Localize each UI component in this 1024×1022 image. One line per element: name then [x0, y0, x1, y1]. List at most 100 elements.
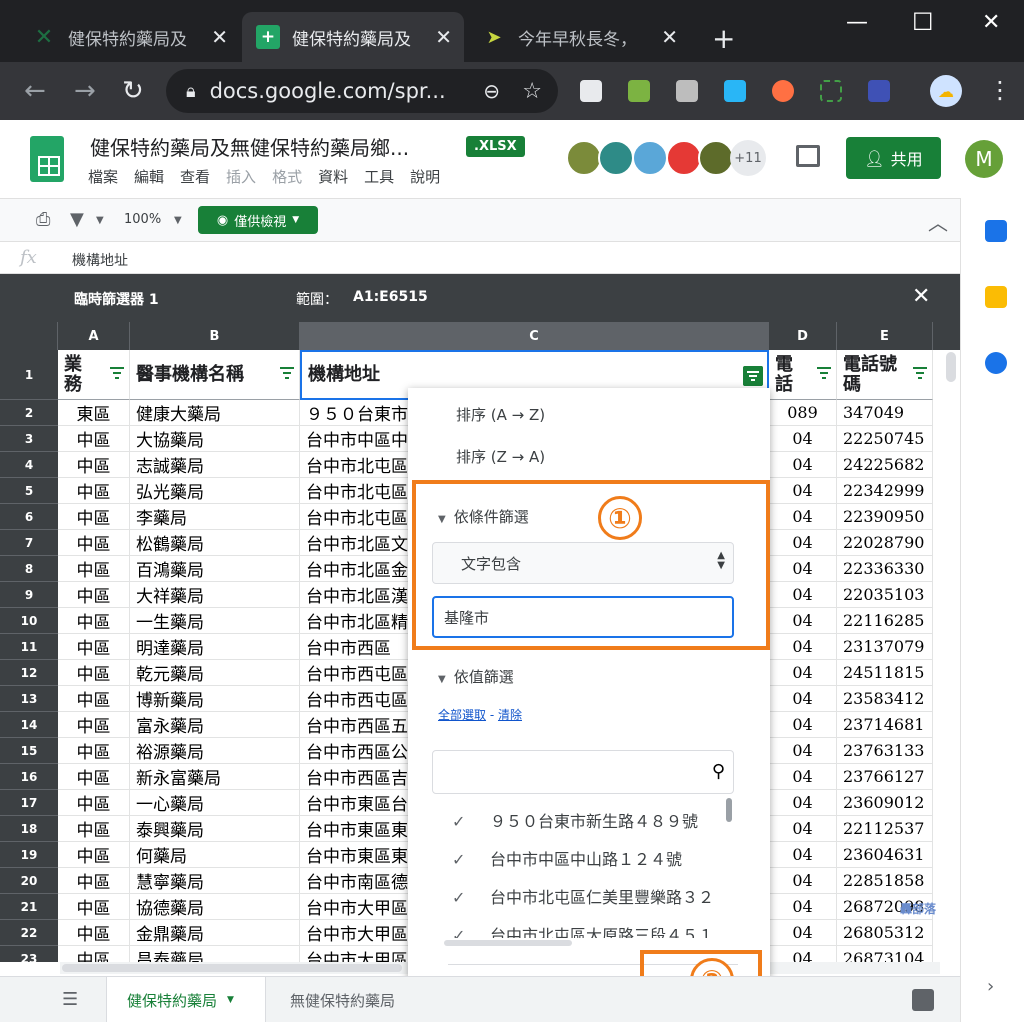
menu-view[interactable]: 查看	[180, 166, 210, 187]
all-sheets-icon[interactable]: ☰	[62, 989, 78, 1010]
filter-funnel-icon[interactable]	[816, 366, 832, 380]
values-scrollbar[interactable]	[726, 798, 732, 822]
cell-name[interactable]: 松鶴藥局	[130, 530, 300, 556]
extension-icon[interactable]	[724, 80, 746, 102]
cell-name[interactable]: 博新藥局	[130, 686, 300, 712]
more-collaborators[interactable]: +11	[730, 140, 766, 176]
value-checkbox-item[interactable]: ✓ 台中市北屯區仁美里豐樂路３２	[452, 884, 722, 908]
cell-phone[interactable]: 22250745	[837, 426, 933, 452]
close-tab-icon[interactable]: ✕	[435, 25, 452, 49]
menu-data[interactable]: 資料	[318, 166, 348, 187]
browser-tab-1[interactable]: ✕ 健保特約藥局及 ✕	[18, 12, 240, 62]
browser-tab-2[interactable]: + 健保特約藥局及 ✕	[242, 12, 464, 62]
value-search-input[interactable]: ⚲	[432, 750, 734, 794]
cell-phone[interactable]: 22851858	[837, 868, 933, 894]
bookmark-star-icon[interactable]: ☆	[522, 79, 542, 104]
close-icon[interactable]: ✕	[912, 284, 930, 309]
cell-name[interactable]: 一生藥局	[130, 608, 300, 634]
cell-business[interactable]: 中區	[58, 946, 130, 962]
cell-phone[interactable]: 23583412	[837, 686, 933, 712]
values-horizontal-scrollbar[interactable]	[444, 940, 572, 946]
cell-business[interactable]: 中區	[58, 426, 130, 452]
cell-name[interactable]: 志誠藥局	[130, 452, 300, 478]
cell-name[interactable]: 百鴻藥局	[130, 556, 300, 582]
row-number[interactable]: 18	[0, 816, 58, 842]
browser-tab-3[interactable]: ➤ 今年早秋長冬， ✕	[468, 12, 690, 62]
cell-business[interactable]: 中區	[58, 920, 130, 946]
cell-business[interactable]: 中區	[58, 556, 130, 582]
cell-name[interactable]: 慧寧藥局	[130, 868, 300, 894]
cell-area-code[interactable]: 04	[769, 920, 837, 946]
scrollbar-thumb[interactable]	[62, 964, 402, 972]
filter-range[interactable]: A1:E6515	[353, 289, 428, 305]
cell-phone[interactable]: 23604631	[837, 842, 933, 868]
cell-area-code[interactable]: 04	[769, 738, 837, 764]
zoom-icon[interactable]: ⊖	[483, 79, 500, 103]
header-cell-area-code[interactable]: 電 話	[769, 350, 837, 400]
menu-help[interactable]: 說明	[410, 166, 440, 187]
check-icon[interactable]: ✓	[452, 812, 490, 831]
document-title[interactable]: 健保特約藥局及無健保特約藥局鄉...	[90, 132, 409, 161]
column-header-b[interactable]: B	[130, 322, 300, 350]
reload-icon[interactable]: ↻	[122, 76, 144, 106]
column-header-a[interactable]: A	[58, 322, 130, 350]
cell-phone[interactable]: 26873104	[837, 946, 933, 962]
extension-icon[interactable]	[772, 80, 794, 102]
tasks-icon[interactable]	[985, 352, 1007, 374]
cell-business[interactable]: 中區	[58, 452, 130, 478]
cell-business[interactable]: 中區	[58, 686, 130, 712]
value-checkbox-item[interactable]: ✓ 台中市北屯區大原路三段４５１	[452, 922, 722, 938]
keep-icon[interactable]	[985, 286, 1007, 308]
cell-business[interactable]: 中區	[58, 868, 130, 894]
row-number[interactable]: 7	[0, 530, 58, 556]
cell-phone[interactable]: 22336330	[837, 556, 933, 582]
row-number[interactable]: 14	[0, 712, 58, 738]
cell-name[interactable]: 弘光藥局	[130, 478, 300, 504]
cell-area-code[interactable]: 04	[769, 764, 837, 790]
filter-view-name[interactable]: 臨時篩選器 1	[74, 289, 159, 309]
cell-name[interactable]: 協德藥局	[130, 894, 300, 920]
collapse-icon[interactable]: ︿	[928, 207, 948, 236]
cell-phone[interactable]: 22116285	[837, 608, 933, 634]
cell-phone[interactable]: 24225682	[837, 452, 933, 478]
cell-phone[interactable]: 347049	[837, 400, 933, 426]
collaborator-avatar[interactable]	[598, 140, 634, 176]
cell-phone[interactable]: 22390950	[837, 504, 933, 530]
row-number[interactable]: 19	[0, 842, 58, 868]
cell-area-code[interactable]: 04	[769, 426, 837, 452]
cell-business[interactable]: 中區	[58, 634, 130, 660]
cell-area-code[interactable]: 04	[769, 894, 837, 920]
row-number[interactable]: 23	[0, 946, 58, 962]
cell-name[interactable]: 健康大藥局	[130, 400, 300, 426]
formula-input[interactable]: 機構地址	[72, 250, 128, 270]
row-number[interactable]: 21	[0, 894, 58, 920]
cell-area-code[interactable]: 04	[769, 478, 837, 504]
cell-business[interactable]: 中區	[58, 712, 130, 738]
chevron-down-icon[interactable]: ▼	[96, 215, 104, 226]
row-number[interactable]: 6	[0, 504, 58, 530]
row-number[interactable]: 15	[0, 738, 58, 764]
row-number[interactable]: 20	[0, 868, 58, 894]
menu-edit[interactable]: 編輯	[134, 166, 164, 187]
row-number[interactable]: 22	[0, 920, 58, 946]
share-button[interactable]: 👤︎ 共用	[846, 137, 941, 179]
chevron-down-icon[interactable]: ▼	[174, 215, 182, 226]
header-cell-name[interactable]: 醫事機構名稱	[130, 350, 300, 400]
menu-tools[interactable]: 工具	[364, 166, 394, 187]
clear-link[interactable]: 清除	[498, 708, 522, 722]
filter-funnel-icon[interactable]	[279, 366, 295, 380]
menu-format[interactable]: 格式	[272, 166, 302, 187]
comment-history-icon[interactable]	[796, 145, 820, 167]
cell-area-code[interactable]: 04	[769, 556, 837, 582]
back-icon[interactable]: ←	[24, 76, 46, 106]
cell-business[interactable]: 中區	[58, 764, 130, 790]
sort-a-z-option[interactable]: 排序 (A → Z)	[456, 404, 545, 425]
filter-icon[interactable]: ▼	[70, 209, 84, 230]
cell-business[interactable]: 中區	[58, 478, 130, 504]
cell-name[interactable]: 大祥藥局	[130, 582, 300, 608]
cell-area-code[interactable]: 04	[769, 686, 837, 712]
menu-file[interactable]: 檔案	[88, 166, 118, 187]
collaborator-avatar[interactable]	[632, 140, 668, 176]
cell-business[interactable]: 東區	[58, 400, 130, 426]
filter-funnel-icon[interactable]	[912, 366, 928, 380]
